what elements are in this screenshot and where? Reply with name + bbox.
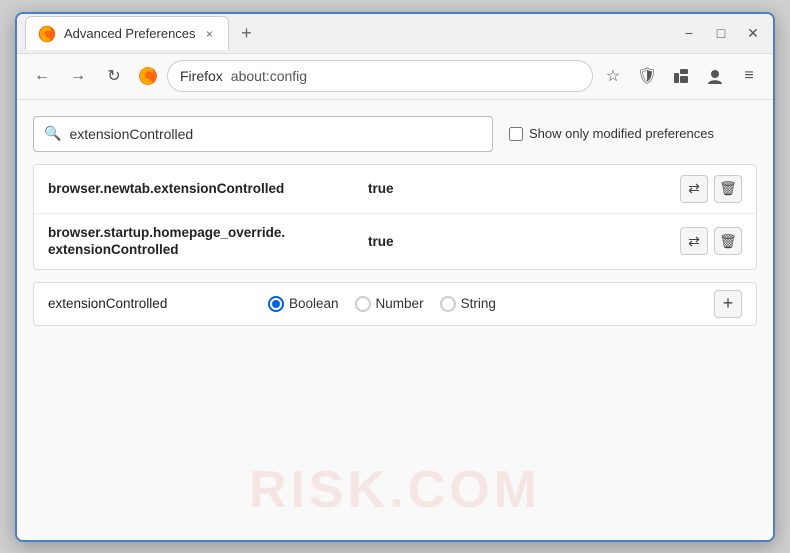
pref-name-1: browser.newtab.extensionControlled <box>48 180 368 198</box>
boolean-option[interactable]: Boolean <box>268 296 339 312</box>
close-button[interactable]: ✕ <box>741 21 765 45</box>
watermark: RISK.COM <box>249 460 541 520</box>
table-row: browser.newtab.extensionControlled true … <box>34 165 756 214</box>
pref-name-2: browser.startup.homepage_override. exten… <box>48 224 368 259</box>
refresh-button[interactable]: ↻ <box>99 61 129 91</box>
show-modified-label[interactable]: Show only modified preferences <box>509 126 714 141</box>
row-actions-2: ⇄ 🗑 <box>680 227 742 255</box>
table-row: browser.startup.homepage_override. exten… <box>34 214 756 269</box>
new-pref-name: extensionControlled <box>48 296 248 311</box>
browser-window: Advanced Preferences × + − □ ✕ ← → ↻ Fir… <box>15 12 775 542</box>
preference-search-box[interactable]: 🔍 <box>33 116 493 152</box>
maximize-button[interactable]: □ <box>709 21 733 45</box>
extension-icon[interactable] <box>667 62 695 90</box>
boolean-radio[interactable] <box>268 296 284 312</box>
show-modified-text: Show only modified preferences <box>529 126 714 141</box>
reset-button-2[interactable]: ⇄ <box>680 227 708 255</box>
add-preference-button[interactable]: + <box>714 290 742 318</box>
pref-value-1: true <box>368 181 680 196</box>
delete-button-2[interactable]: 🗑 <box>714 227 742 255</box>
forward-button[interactable]: → <box>63 61 93 91</box>
search-row: 🔍 Show only modified preferences <box>33 116 757 152</box>
minimize-button[interactable]: − <box>677 21 701 45</box>
results-table: browser.newtab.extensionControlled true … <box>33 164 757 270</box>
number-radio[interactable] <box>355 296 371 312</box>
string-label: String <box>461 296 496 311</box>
nav-icon-group: ☆ 🛡 ≡ <box>599 62 763 90</box>
firefox-tab-icon <box>36 23 58 45</box>
navigation-bar: ← → ↻ Firefox about:config ☆ 🛡 <box>17 54 773 100</box>
address-bar[interactable]: Firefox about:config <box>167 60 593 92</box>
pref-name-line1: browser.startup.homepage_override. <box>48 225 285 240</box>
reset-button-1[interactable]: ⇄ <box>680 175 708 203</box>
string-radio[interactable] <box>440 296 456 312</box>
tab-close-button[interactable]: × <box>202 26 218 42</box>
window-controls: − □ ✕ <box>677 21 765 45</box>
search-icon: 🔍 <box>44 125 61 142</box>
row-actions-1: ⇄ 🗑 <box>680 175 742 203</box>
bookmark-icon[interactable]: ☆ <box>599 62 627 90</box>
number-label: Number <box>376 296 424 311</box>
url-display: about:config <box>231 68 307 84</box>
menu-icon[interactable]: ≡ <box>735 62 763 90</box>
delete-button-1[interactable]: 🗑 <box>714 175 742 203</box>
browser-name-label: Firefox <box>180 68 223 84</box>
number-option[interactable]: Number <box>355 296 424 312</box>
add-preference-row: extensionControlled Boolean Number Strin… <box>33 282 757 326</box>
title-bar: Advanced Preferences × + − □ ✕ <box>17 14 773 54</box>
content-area: RISK.COM 🔍 Show only modified preference… <box>17 100 773 540</box>
type-options: Boolean Number String <box>268 296 694 312</box>
boolean-label: Boolean <box>289 296 339 311</box>
firefox-logo <box>137 65 159 87</box>
show-modified-checkbox[interactable] <box>509 127 523 141</box>
tab-title: Advanced Preferences <box>64 26 196 41</box>
browser-tab[interactable]: Advanced Preferences × <box>25 16 229 50</box>
pref-value-2: true <box>368 234 680 249</box>
back-button[interactable]: ← <box>27 61 57 91</box>
pref-name-line2: extensionControlled <box>48 242 179 257</box>
shield-icon[interactable]: 🛡 <box>633 62 661 90</box>
string-option[interactable]: String <box>440 296 496 312</box>
new-tab-button[interactable]: + <box>233 19 261 47</box>
account-icon[interactable] <box>701 62 729 90</box>
search-input[interactable] <box>69 126 482 142</box>
